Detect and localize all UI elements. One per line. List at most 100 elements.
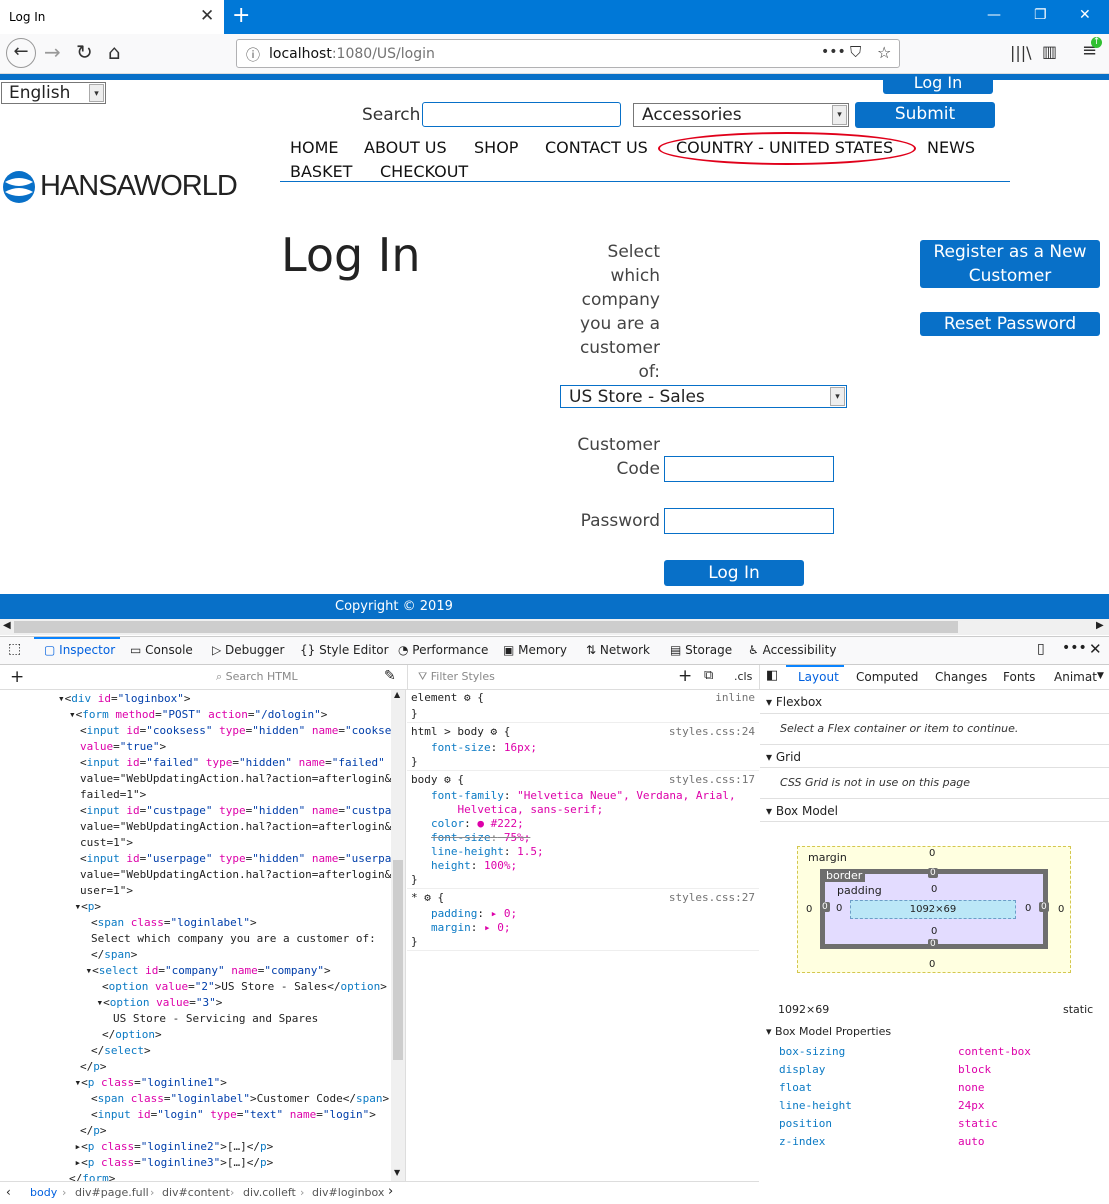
- tab-memory[interactable]: ▣ Memory: [503, 643, 567, 657]
- scroll-thumb[interactable]: [393, 860, 403, 1060]
- filter-styles-input[interactable]: ⛛ Filter Styles: [418, 670, 495, 684]
- menu-about-us[interactable]: ABOUT US: [364, 138, 447, 157]
- cls-toggle[interactable]: .cls: [734, 670, 752, 683]
- tab-animations[interactable]: Animat: [1054, 670, 1097, 684]
- rule-source[interactable]: styles.css:24: [669, 725, 755, 738]
- markup-line[interactable]: </select>: [91, 1044, 151, 1057]
- scroll-thumb[interactable]: [14, 621, 958, 633]
- crumb-colleft[interactable]: div.colleft: [243, 1186, 296, 1199]
- close-devtools-icon[interactable]: ✕: [1089, 640, 1102, 658]
- crumb-content[interactable]: div#content: [162, 1186, 230, 1199]
- markup-line[interactable]: ▾<select id="company" name="company">: [86, 964, 331, 977]
- flexbox-section[interactable]: ▾ Flexbox: [760, 690, 1109, 714]
- markup-line[interactable]: </p>: [80, 1060, 107, 1073]
- markup-line[interactable]: <input id="userpage" type="hidden" name=…: [80, 852, 405, 865]
- rule-selector[interactable]: * ⚙ {: [411, 891, 444, 904]
- rule-property[interactable]: height: 100%;: [431, 859, 517, 872]
- border-bottom-value[interactable]: 0: [928, 939, 938, 949]
- markup-line[interactable]: </form>: [69, 1172, 115, 1181]
- language-select[interactable]: English ▾: [1, 82, 106, 104]
- margin-left-value[interactable]: 0: [806, 904, 812, 915]
- login-button[interactable]: Log In: [664, 560, 804, 586]
- crumb-loginbox[interactable]: div#loginbox: [312, 1186, 384, 1199]
- info-icon[interactable]: ⓘ: [246, 45, 260, 65]
- border-top-value[interactable]: 0: [928, 868, 938, 878]
- markup-line[interactable]: value="WebUpdatingAction.hal?action=afte…: [80, 820, 391, 833]
- search-input[interactable]: [422, 102, 621, 127]
- markup-line[interactable]: value="true">: [80, 740, 166, 753]
- markup-line[interactable]: ▾<div id="loginbox">: [58, 692, 190, 705]
- minimize-icon[interactable]: —: [987, 7, 1001, 23]
- scroll-down-icon[interactable]: ▼: [394, 1168, 400, 1177]
- rule-property[interactable]: padding: ▸ 0;: [431, 907, 517, 920]
- breadcrumb-right-icon[interactable]: ›: [388, 1184, 393, 1199]
- reset-password-button[interactable]: Reset Password: [920, 312, 1100, 336]
- markup-line[interactable]: </p>: [80, 1124, 107, 1137]
- dock-icon[interactable]: ▯: [1037, 641, 1045, 657]
- rule-selector[interactable]: html > body ⚙ {: [411, 725, 510, 738]
- back-icon[interactable]: ←: [6, 38, 36, 68]
- menu-news[interactable]: NEWS: [927, 138, 975, 157]
- markup-scrollbar[interactable]: ▲ ▼: [391, 690, 405, 1181]
- home-icon[interactable]: ⌂: [108, 40, 121, 64]
- window-close-icon[interactable]: ✕: [1079, 7, 1091, 23]
- crumb-body[interactable]: body: [30, 1186, 57, 1199]
- tab-performance[interactable]: ◔ Performance: [398, 643, 488, 657]
- markup-line[interactable]: </span>: [91, 948, 137, 961]
- markup-view[interactable]: ▾<div id="loginbox"> ▾<form method="POST"…: [0, 690, 406, 1181]
- rule-property[interactable]: font-size: 16px;: [431, 741, 537, 754]
- grid-section[interactable]: ▾ Grid: [760, 744, 1109, 768]
- more-options-icon[interactable]: •••: [1062, 640, 1087, 656]
- rule-source[interactable]: inline: [715, 691, 755, 704]
- markup-line[interactable]: <input id="cooksess" type="hidden" name=…: [80, 724, 405, 737]
- scroll-right-icon[interactable]: ▶: [1096, 620, 1104, 631]
- box-model-section[interactable]: ▾ Box Model: [760, 798, 1109, 822]
- markup-line[interactable]: <input id="login" type="text" name="logi…: [91, 1108, 376, 1121]
- menu-basket[interactable]: BASKET: [290, 162, 352, 181]
- bookmark-star-icon[interactable]: ☆: [877, 43, 891, 62]
- rule-selector[interactable]: body ⚙ {: [411, 773, 464, 786]
- markup-line[interactable]: value="WebUpdatingAction.hal?action=afte…: [80, 868, 391, 881]
- pocket-icon[interactable]: ⛉: [850, 43, 861, 61]
- url-bar[interactable]: ⓘ localhost:1080/US/login ••• ⛉ ☆: [236, 39, 900, 68]
- tab-fonts[interactable]: Fonts: [1003, 670, 1035, 684]
- browser-tab[interactable]: Log In ✕: [0, 0, 224, 34]
- rule-property[interactable]: color: ● #222;: [431, 817, 524, 830]
- add-rule-icon[interactable]: +: [678, 666, 692, 686]
- tab-debugger[interactable]: ▷ Debugger: [212, 643, 284, 657]
- padding-top-value[interactable]: 0: [931, 884, 937, 895]
- password-input[interactable]: [664, 508, 834, 534]
- margin-right-value[interactable]: 0: [1058, 904, 1064, 915]
- box-model-properties-header[interactable]: ▾ Box Model Properties: [766, 1025, 891, 1038]
- breadcrumb-left-icon[interactable]: ‹: [6, 1185, 11, 1199]
- padding-left-value[interactable]: 0: [836, 903, 842, 914]
- company-select[interactable]: US Store - Sales ▾: [560, 385, 847, 408]
- horizontal-scrollbar[interactable]: ◀ ▶: [0, 619, 1109, 635]
- markup-line[interactable]: </option>: [102, 1028, 162, 1041]
- tab-console[interactable]: ▭ Console: [130, 643, 193, 657]
- tab-accessibility[interactable]: ♿ Accessibility: [748, 643, 836, 657]
- markup-line[interactable]: ▸<p class="loginline2">[…]</p>: [75, 1140, 274, 1153]
- scroll-left-icon[interactable]: ◀: [3, 620, 11, 631]
- forward-icon[interactable]: →: [44, 40, 61, 64]
- submit-button[interactable]: Submit: [855, 102, 995, 128]
- markup-line[interactable]: user=1">: [80, 884, 133, 897]
- add-node-icon[interactable]: +: [10, 667, 24, 687]
- markup-line[interactable]: <span class="loginlabel">Customer Code</…: [91, 1092, 389, 1105]
- maximize-icon[interactable]: ❐: [1034, 7, 1047, 23]
- tab-storage[interactable]: ▤ Storage: [670, 643, 732, 657]
- markup-line[interactable]: cust=1">: [80, 836, 133, 849]
- scroll-up-icon[interactable]: ▲: [394, 690, 400, 699]
- border-left-value[interactable]: 0: [820, 902, 830, 912]
- margin-top-value[interactable]: 0: [929, 848, 935, 859]
- pick-element-icon[interactable]: ⬚: [8, 641, 21, 657]
- menu-contact-us[interactable]: CONTACT US: [545, 138, 648, 157]
- menu-checkout[interactable]: CHECKOUT: [380, 162, 468, 181]
- eyedropper-icon[interactable]: ✎: [384, 668, 396, 684]
- markup-line[interactable]: ▸<p class="loginline3">[…]</p>: [75, 1156, 274, 1169]
- menu-home[interactable]: HOME: [290, 138, 339, 157]
- markup-line[interactable]: value="WebUpdatingAction.hal?action=afte…: [80, 772, 391, 785]
- tab-inspector[interactable]: ▢ Inspector: [44, 643, 115, 657]
- close-tab-icon[interactable]: ✕: [200, 6, 214, 26]
- rule-property[interactable]: line-height: 1.5;: [431, 845, 544, 858]
